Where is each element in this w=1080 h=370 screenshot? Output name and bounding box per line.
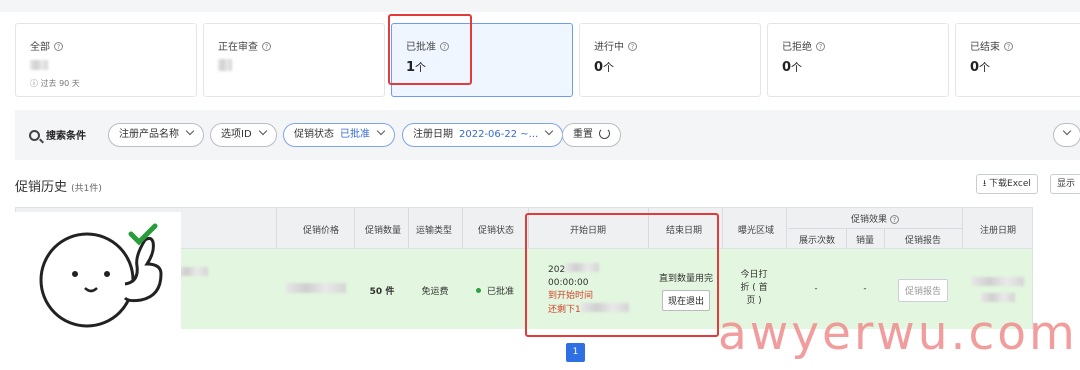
chip-label: 促销状态 [294,129,334,140]
help-icon[interactable]: ? [889,215,899,224]
chip-label: 注册产品名称 [119,129,179,140]
status-cell: 已批准 [462,284,528,297]
chip-label: 注册日期 [413,129,453,140]
history-title-text: 促销历史 [15,180,68,195]
reg-date-cell [972,277,1024,305]
search-icon [29,130,40,141]
qty-cell: 50 件 [369,287,395,297]
promotion-report-button[interactable]: 促销报告 [897,279,948,302]
chevron-down-icon [258,126,267,136]
price-cell [284,283,348,296]
blurred-reg-date [972,277,1024,286]
download-label: 下载Excel [989,179,1031,189]
shipping-cell: 免运费 [421,287,449,297]
col-reg-date: 注册日期 [979,226,1016,236]
col-price: 促销价格 [302,226,339,236]
exposure-line: 今日打 [740,270,768,280]
search-conditions: 搜索条件 [29,127,86,142]
reset-label: 重置 [573,129,593,140]
col-effect: 促销效果 ? [788,212,962,225]
help-icon[interactable]: ? [628,42,637,51]
thumbs-up-sticker-image [15,212,181,330]
card-unit: 个 [603,61,615,74]
product-name-filter[interactable]: 注册产品名称 [108,123,204,147]
col-qty: 促销数量 [364,226,401,236]
card-reviewing[interactable]: 正在审查? [203,23,385,97]
card-unit: 个 [979,61,991,74]
highlight-box-dates [525,213,719,337]
history-title: 促销历史 (共1件) [15,176,102,195]
exposure-line: 折 ( 首 [740,283,768,293]
highlight-box-approved [388,14,472,85]
card-label: 正在审查 [218,42,258,53]
status-summary-cards: 全部? ⓘ 过去 90 天 正在审查? 已批准? 1个 进行中? 0个 已拒绝?… [15,23,1080,98]
card-label: 进行中 [594,42,624,53]
chevron-down-icon [185,126,195,136]
search-label: 搜索条件 [46,131,86,142]
download-icon: ⭳ [983,179,987,189]
help-icon[interactable]: ? [54,42,63,51]
display-label: 显示 [1057,179,1076,189]
card-sub: 过去 90 天 [40,79,80,88]
expand-filter-button[interactable] [1053,123,1080,147]
help-icon[interactable]: ? [262,42,271,51]
sales-cell: - [863,284,867,294]
card-all[interactable]: 全部? ⓘ 过去 90 天 [15,23,197,97]
card-label: 全部 [30,42,50,53]
col-shipping: 运输类型 [415,226,452,236]
status-filter[interactable]: 促销状态 已批准 [283,123,395,147]
card-count: 0 [594,60,604,75]
blurred-count [218,59,232,71]
download-excel-button[interactable]: ⭳ 下载Excel [976,174,1038,194]
col-sales: 销量 [855,236,874,246]
chip-value: 2022-06-22 ~... [459,129,539,140]
blurred-price [286,283,346,293]
history-count: (共1件) [71,184,102,194]
status-dot-icon [475,288,481,293]
views-cell: - [814,284,818,294]
chip-label: 选项ID [221,129,252,140]
card-in-progress[interactable]: 进行中? 0个 [579,23,761,97]
help-icon[interactable]: ? [816,42,825,51]
chevron-down-icon [544,126,554,136]
card-count: 0 [782,60,792,75]
card-label: 已拒绝 [782,42,812,53]
filter-bar: 搜索条件 注册产品名称 选项ID 促销状态 已批准 注册日期 2022-06-22 … [15,110,1080,160]
top-strip [0,0,1080,12]
info-icon: ⓘ [30,79,38,88]
exposure-cell: 今日打 折 ( 首 页 ) [722,269,786,308]
card-ended[interactable]: 已结束? 0个 [955,23,1080,97]
col-exposure: 曝光区域 [737,226,774,236]
page-button-1[interactable]: 1 [566,343,585,362]
header-divider [788,228,962,229]
chip-value: 已批准 [340,129,370,140]
report-cell: 促销报告 [884,279,962,302]
date-filter[interactable]: 注册日期 2022-06-22 ~... [402,123,564,147]
card-unit: 个 [791,61,803,74]
refresh-icon [599,128,610,139]
col-views: 展示次数 [798,236,835,246]
sticker-drawing [39,223,163,328]
card-label: 已结束 [970,42,1000,53]
col-effect-label: 促销效果 [851,215,888,225]
reset-button[interactable]: 重置 [562,123,621,147]
option-id-filter[interactable]: 选项ID [210,123,277,147]
chevron-down-icon [376,126,386,136]
watermark-text: awyerwu.com [718,306,1078,361]
help-icon[interactable]: ? [1004,42,1013,51]
col-report: 促销报告 [904,236,941,246]
display-button[interactable]: 显示 [1050,174,1080,194]
blurred-reg-date [981,293,1015,302]
status-text: 已批准 [486,287,514,297]
chevron-down-icon [1062,126,1072,136]
card-count: 0 [970,60,980,75]
card-rejected[interactable]: 已拒绝? 0个 [767,23,949,97]
col-status: 促销状态 [477,226,514,236]
blurred-count [30,60,48,70]
